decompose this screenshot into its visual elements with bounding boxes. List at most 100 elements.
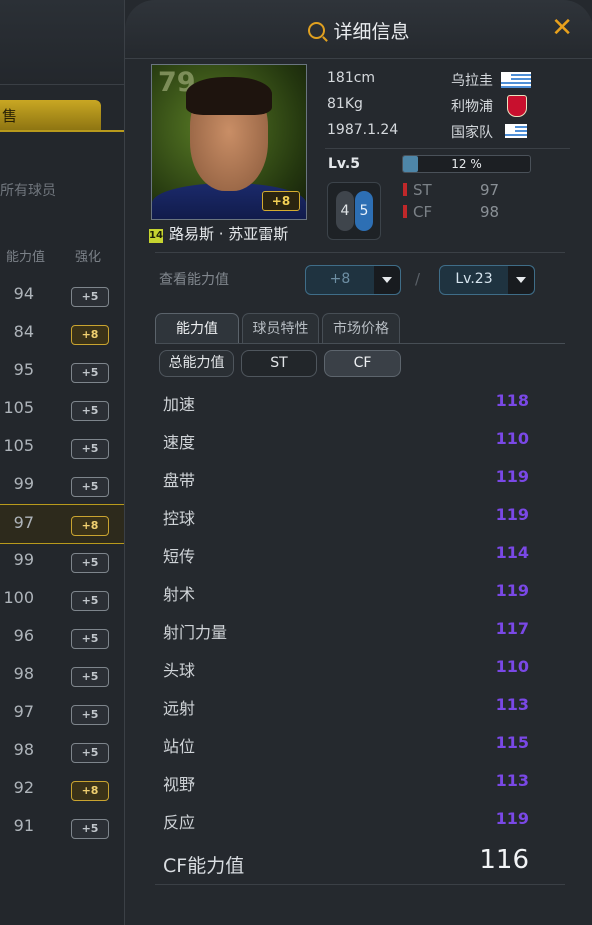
- row-ability-value: 98: [13, 664, 34, 683]
- player-list-row[interactable]: 99 +5: [0, 542, 124, 580]
- row-ability-value: 97: [13, 513, 34, 532]
- stat-name: 控球: [163, 509, 196, 528]
- position-row-st: ST 97: [403, 181, 499, 199]
- subtab-cf[interactable]: CF: [324, 350, 401, 377]
- player-list-row[interactable]: 94 +5: [0, 276, 124, 314]
- row-enhance-badge: +5: [71, 553, 109, 573]
- row-ability-value: 97: [13, 702, 34, 721]
- subtab-st[interactable]: ST: [241, 350, 317, 377]
- stat-name: 盘带: [163, 471, 196, 490]
- row-ability-value: 105: [3, 398, 34, 417]
- all-players-label[interactable]: 所有球员: [0, 180, 56, 200]
- level-select[interactable]: Lv.23: [439, 265, 535, 295]
- subtab-total[interactable]: 总能力值: [159, 350, 234, 377]
- total-ability-value: 116: [479, 845, 529, 875]
- player-name: 14 路易斯 · 苏亚雷斯: [149, 225, 289, 243]
- tab-sell[interactable]: 售: [0, 100, 101, 130]
- player-list-row[interactable]: 105 +5: [0, 428, 124, 466]
- player-list-row[interactable]: 92 +8: [0, 770, 124, 808]
- tab-traits[interactable]: 球员特性: [242, 313, 319, 344]
- player-list-row[interactable]: 98 +5: [0, 656, 124, 694]
- player-list-row[interactable]: 97 +8: [0, 504, 124, 544]
- player-list-row[interactable]: 95 +5: [0, 352, 124, 390]
- player-list-row[interactable]: 96 +5: [0, 618, 124, 656]
- stat-value: 114: [495, 543, 529, 562]
- player-list-panel: 售 所有球员 能力值 强化 94 +5 84 +8 95 +5 105 +5 105 +5 99 +5…: [0, 0, 124, 925]
- row-ability-value: 95: [13, 360, 34, 379]
- separator-slash: /: [415, 270, 421, 288]
- player-list-row[interactable]: 97 +5: [0, 694, 124, 732]
- player-list-row[interactable]: 100 +5: [0, 580, 124, 618]
- player-list-row[interactable]: 99 +5: [0, 466, 124, 504]
- player-list-row[interactable]: 105 +5: [0, 390, 124, 428]
- chevron-down-icon[interactable]: [374, 266, 400, 294]
- row-enhance-badge: +5: [71, 477, 109, 497]
- tab-ability[interactable]: 能力值: [155, 313, 239, 344]
- row-enhance-badge: +8: [71, 516, 109, 536]
- row-ability-value: 84: [13, 322, 34, 341]
- stat-row: 反应 119: [159, 801, 529, 839]
- exp-percent: 12 %: [451, 157, 482, 171]
- dialog-title: 详细信息: [125, 17, 592, 44]
- tab-underline: [0, 130, 124, 132]
- chevron-down-icon[interactable]: [508, 266, 534, 294]
- position-row-cf: CF 98: [403, 203, 499, 221]
- row-ability-value: 99: [13, 474, 34, 493]
- nation: 乌拉圭: [451, 73, 493, 89]
- player-list-row[interactable]: 84 +8: [0, 314, 124, 352]
- column-header-enhance[interactable]: 强化: [75, 246, 101, 265]
- stat-name: 速度: [163, 433, 196, 452]
- stat-row: 头球 110: [159, 649, 529, 687]
- row-enhance-badge: +5: [71, 363, 109, 383]
- stat-name: 站位: [163, 737, 196, 756]
- row-enhance-badge: +5: [71, 629, 109, 649]
- stat-value: 113: [495, 695, 529, 714]
- stat-name: 远射: [163, 699, 196, 718]
- position-pill-5: 5: [355, 191, 373, 231]
- player-list-row[interactable]: 98 +5: [0, 732, 124, 770]
- row-enhance-badge: +5: [71, 287, 109, 307]
- club: 利物浦: [451, 99, 493, 115]
- column-header-ability[interactable]: 能力值: [6, 246, 45, 265]
- stat-row: 视野 113: [159, 763, 529, 801]
- row-ability-value: 100: [3, 588, 34, 607]
- row-enhance-badge: +5: [71, 667, 109, 687]
- stat-value: 110: [495, 657, 529, 676]
- tab-market-price[interactable]: 市场价格: [322, 313, 400, 344]
- row-ability-value: 99: [13, 550, 34, 569]
- stat-row: 射门力量 117: [159, 611, 529, 649]
- stat-row: 射术 119: [159, 573, 529, 611]
- row-enhance-badge: +5: [71, 591, 109, 611]
- close-button[interactable]: ✕: [551, 14, 573, 42]
- row-ability-value: 98: [13, 740, 34, 759]
- row-enhance-badge: +5: [71, 819, 109, 839]
- stat-row: 短传 114: [159, 535, 529, 573]
- weight: 81Kg: [327, 96, 363, 112]
- stat-row: 盘带 119: [159, 459, 529, 497]
- stat-name: 射术: [163, 585, 196, 604]
- stat-row: 控球 119: [159, 497, 529, 535]
- height: 181cm: [327, 70, 376, 86]
- uruguay-flag-icon: [501, 72, 531, 88]
- row-enhance-badge: +5: [71, 401, 109, 421]
- row-enhance-badge: +8: [71, 325, 109, 345]
- national-team-flag-icon: [505, 124, 527, 138]
- stat-name: 加速: [163, 395, 196, 414]
- stat-value: 119: [495, 505, 529, 524]
- left-header: [0, 0, 124, 85]
- enhance-select[interactable]: +8: [305, 265, 401, 295]
- national-team: 国家队: [451, 125, 493, 141]
- row-enhance-badge: +5: [71, 743, 109, 763]
- player-hair: [186, 77, 272, 115]
- stat-name: 头球: [163, 661, 196, 680]
- stat-value: 110: [495, 429, 529, 448]
- total-ability-label: CF能力值: [163, 855, 245, 877]
- row-enhance-badge: +5: [71, 705, 109, 725]
- divider: [155, 252, 565, 253]
- dialog-header: 详细信息 ✕: [125, 0, 592, 59]
- row-ability-value: 96: [13, 626, 34, 645]
- player-list-row[interactable]: 91 +5: [0, 808, 124, 846]
- row-ability-value: 105: [3, 436, 34, 455]
- stat-name: 视野: [163, 775, 196, 794]
- row-ability-value: 94: [13, 284, 34, 303]
